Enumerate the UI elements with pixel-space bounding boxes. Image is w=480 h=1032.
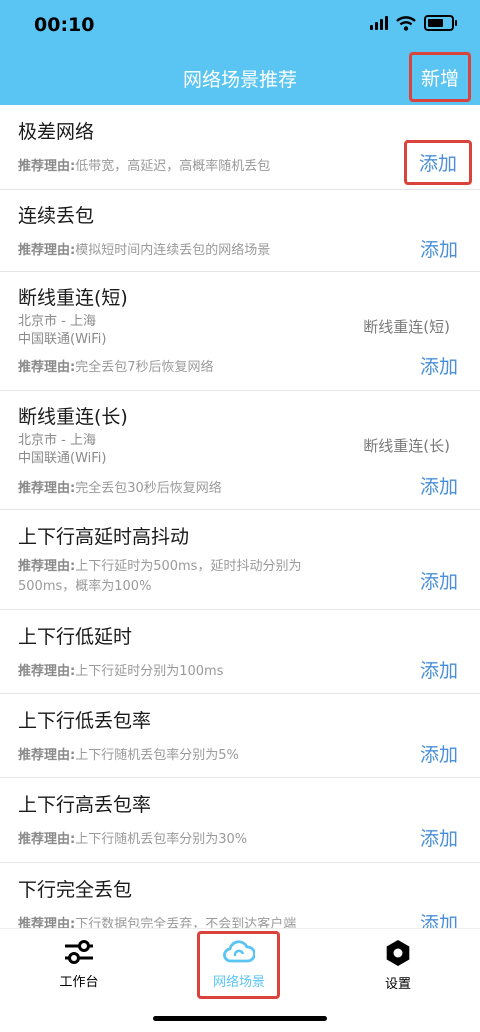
sliders-icon — [65, 940, 93, 964]
cloud-icon — [223, 940, 255, 963]
tab-label: 工作台 — [59, 975, 99, 990]
add-button[interactable]: 添加 — [420, 472, 458, 499]
gear-icon — [386, 940, 410, 966]
item-reason: 推荐理由:上下行随机丢包率分别为30% — [18, 832, 248, 847]
list-item: 上下行低丢包率 推荐理由:上下行随机丢包率分别为5% 添加 — [0, 694, 480, 778]
status-time: 00:10 — [34, 14, 95, 36]
item-title: 极差网络 — [18, 121, 95, 143]
add-button[interactable]: 添加 — [420, 656, 458, 683]
add-button[interactable]: 添加 — [420, 352, 458, 379]
item-reason: 推荐理由:低带宽，高延迟，高概率随机丢包 — [18, 159, 271, 174]
item-reason: 推荐理由:模拟短时间内连续丢包的网络场景 — [18, 243, 271, 258]
item-title: 上下行高丢包率 — [18, 794, 152, 816]
item-title: 下行完全丢包 — [18, 879, 133, 901]
item-route: 北京市 - 上海 — [18, 433, 96, 448]
item-tag: 断线重连(短) — [363, 318, 450, 336]
page-title: 网络场景推荐 — [182, 69, 297, 91]
nav-header: 00:10 网络场景推荐 新增 — [0, 0, 480, 105]
home-indicator — [153, 1016, 327, 1021]
list-item: 上下行高延时高抖动 推荐理由:上下行延时为500ms，延时抖动分别为 500ms，… — [0, 510, 480, 610]
item-reason: 推荐理由:上下行延时为500ms，延时抖动分别为 500ms，概率为100% — [18, 559, 302, 594]
add-button[interactable]: 添加 — [420, 824, 458, 851]
item-title: 上下行高延时高抖动 — [18, 526, 190, 548]
item-title: 断线重连(短) — [18, 287, 128, 309]
item-reason: 推荐理由:完全丢包30秒后恢复网络 — [18, 481, 222, 496]
tab-label: 设置 — [384, 977, 411, 992]
battery-icon — [424, 15, 457, 31]
add-button[interactable]: 添加 — [420, 567, 458, 594]
list-item: 上下行低延时 推荐理由:上下行延时分别为100ms 添加 — [0, 610, 480, 694]
tab-label: 网络场景 — [212, 975, 265, 990]
list-item: 连续丢包 推荐理由:模拟短时间内连续丢包的网络场景 添加 — [0, 190, 480, 272]
add-button[interactable]: 添加 — [403, 140, 472, 185]
list-item: 断线重连(长) 北京市 - 上海 中国联通(WiFi) 断线重连(长) 推荐理由… — [0, 391, 480, 510]
item-carrier: 中国联通(WiFi) — [18, 332, 107, 347]
item-title: 上下行低丢包率 — [18, 710, 152, 732]
add-button[interactable]: 添加 — [420, 740, 458, 767]
tab-network-scenes[interactable]: 网络场景 — [191, 939, 287, 990]
wifi-icon — [396, 15, 416, 31]
item-tag: 断线重连(长) — [363, 437, 450, 455]
item-carrier: 中国联通(WiFi) — [18, 451, 107, 466]
list-item: 上下行高丢包率 推荐理由:上下行随机丢包率分别为30% 添加 — [0, 778, 480, 863]
status-icons — [370, 15, 457, 31]
add-new-button[interactable]: 新增 — [409, 52, 471, 102]
item-reason: 推荐理由:上下行延时分别为100ms — [18, 664, 224, 679]
signal-icon — [370, 16, 388, 30]
item-reason: 推荐理由:完全丢包7秒后恢复网络 — [18, 360, 214, 375]
tab-workbench[interactable]: 工作台 — [31, 939, 127, 990]
scenario-list: 极差网络 推荐理由:低带宽，高延迟，高概率随机丢包 添加 连续丢包 推荐理由:模… — [0, 105, 480, 948]
item-title: 断线重连(长) — [18, 406, 128, 428]
add-button[interactable]: 添加 — [420, 235, 458, 262]
item-reason: 推荐理由:上下行随机丢包率分别为5% — [18, 748, 239, 763]
list-item: 断线重连(短) 北京市 - 上海 中国联通(WiFi) 断线重连(短) 推荐理由… — [0, 272, 480, 391]
tab-settings[interactable]: 设置 — [350, 939, 446, 992]
item-route: 北京市 - 上海 — [18, 314, 96, 329]
list-item: 极差网络 推荐理由:低带宽，高延迟，高概率随机丢包 添加 — [0, 105, 480, 190]
item-title: 上下行低延时 — [18, 626, 133, 648]
item-title: 连续丢包 — [18, 205, 95, 227]
